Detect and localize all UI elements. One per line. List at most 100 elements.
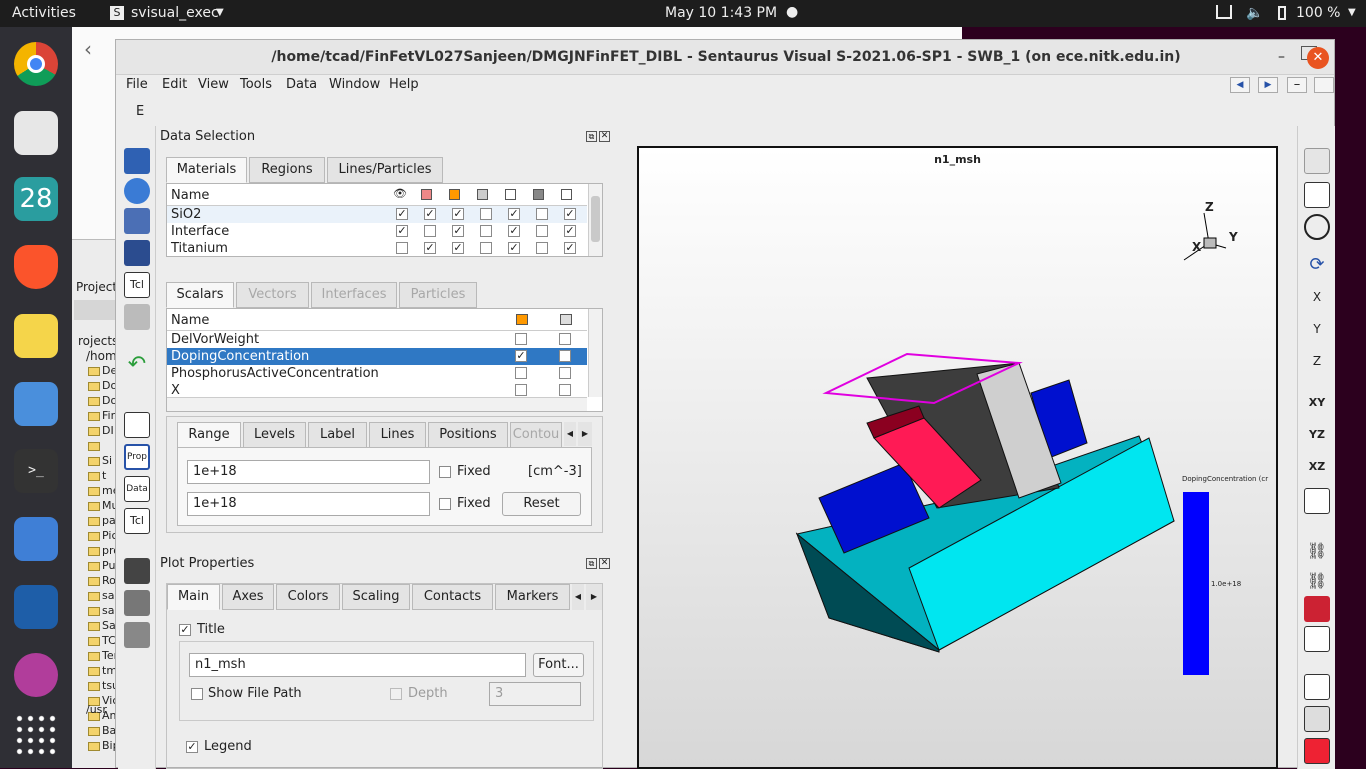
link-icon[interactable] [124, 208, 150, 234]
material-visibility-checkbox[interactable]: ✓ [452, 208, 464, 220]
menu-tools[interactable]: Tools [240, 77, 272, 92]
plot-area[interactable]: n1_msh Z Y X DopingConcentration (cr 1.0… [637, 146, 1278, 769]
material-visibility-checkbox[interactable]: ✓ [452, 225, 464, 237]
material-visibility-checkbox[interactable]: ✓ [452, 242, 464, 254]
chrome-icon[interactable] [14, 42, 58, 86]
menu-edit[interactable]: Edit [162, 77, 187, 92]
yz-plane-icon[interactable]: YZ [1304, 422, 1330, 448]
clock[interactable]: May 10 1:43 PM [665, 5, 777, 21]
prev-window-icon[interactable]: ◀ [1230, 77, 1250, 93]
tab-colors[interactable]: Colors [276, 584, 340, 610]
range-min-input[interactable]: 1e+18 [187, 492, 430, 516]
cut-plane-icon[interactable] [1304, 488, 1330, 514]
calendar-icon[interactable]: 28 [14, 177, 58, 221]
battery-icon[interactable] [1278, 6, 1286, 20]
material-visibility-checkbox[interactable] [536, 208, 548, 220]
material-row[interactable]: Titanium ✓ ✓ ✓ ✓ [167, 240, 587, 257]
back-icon[interactable]: ‹ [84, 37, 92, 61]
rotate-y-icon[interactable]: Y [1304, 316, 1330, 342]
tab-label[interactable]: Label [308, 422, 367, 448]
material-visibility-checkbox[interactable] [424, 225, 436, 237]
rotate-icon[interactable]: ⟳ [1304, 252, 1330, 278]
reset-button[interactable]: Reset [502, 492, 581, 516]
scalar-visibility-checkbox[interactable] [559, 384, 571, 396]
tab-markers[interactable]: Markers [495, 584, 570, 610]
sub-maximize-icon[interactable] [1314, 77, 1334, 93]
tab-scalars[interactable]: Scalars [166, 282, 234, 308]
panel-close-icon[interactable]: ✕ [599, 131, 610, 142]
camera-icon[interactable] [124, 240, 150, 266]
network-icon[interactable] [1216, 5, 1232, 19]
menu-view[interactable]: View [198, 77, 229, 92]
menu-file[interactable]: File [126, 77, 148, 92]
chevron-down-icon[interactable]: ▼ [216, 7, 224, 18]
tab-contours[interactable]: Contou [510, 422, 562, 448]
probe-icon[interactable] [1304, 596, 1330, 622]
tab-scroll-right-icon[interactable]: ▶ [578, 422, 592, 446]
notes-icon[interactable] [14, 382, 58, 426]
print-icon[interactable] [124, 304, 150, 330]
tcl-console-icon[interactable]: Tcl [124, 508, 150, 534]
next-window-icon[interactable]: ▶ [1258, 77, 1278, 93]
reload-icon[interactable] [124, 178, 150, 204]
scalars-vscrollbar[interactable] [588, 309, 602, 397]
tab-regions[interactable]: Regions [249, 157, 325, 183]
movie-export-icon[interactable] [124, 622, 150, 648]
movie-record-icon[interactable] [124, 558, 150, 584]
activities-button[interactable]: Activities [12, 5, 76, 21]
material-visibility-checkbox[interactable]: ✓ [424, 208, 436, 220]
legend-checkbox[interactable]: ✓ [186, 741, 198, 753]
scalar-visibility-checkbox[interactable] [559, 350, 571, 362]
material-visibility-checkbox[interactable]: ✓ [508, 225, 520, 237]
scalar-visibility-checkbox[interactable] [515, 367, 527, 379]
tcl-script-icon[interactable]: Tcl [124, 272, 150, 298]
tab-vectors[interactable]: Vectors [236, 282, 309, 308]
ruler-icon[interactable] [1304, 626, 1330, 652]
plot-panel-close-icon[interactable]: ✕ [599, 558, 610, 569]
brave-icon[interactable] [14, 245, 58, 289]
material-visibility-checkbox[interactable] [480, 242, 492, 254]
close-icon[interactable]: ✕ [1307, 47, 1329, 69]
export-icon[interactable] [1304, 706, 1330, 732]
tasks-icon[interactable] [14, 517, 58, 561]
tab-lines-particles[interactable]: Lines/Particles [327, 157, 443, 183]
xy-plane-icon[interactable]: XY [1304, 390, 1330, 416]
material-visibility-checkbox[interactable]: ✓ [564, 208, 576, 220]
apps-grid-icon[interactable] [14, 713, 58, 757]
text-editor-icon[interactable] [14, 314, 58, 358]
material-visibility-checkbox[interactable]: ✓ [508, 242, 520, 254]
tree-usr[interactable]: /usr [86, 703, 107, 716]
tab-main[interactable]: Main [167, 584, 220, 610]
material-visibility-checkbox[interactable]: ✓ [396, 208, 408, 220]
project-menu[interactable]: Project [76, 280, 117, 294]
snapshot-icon[interactable] [1304, 674, 1330, 700]
material-visibility-checkbox[interactable]: ✓ [564, 225, 576, 237]
material-visibility-checkbox[interactable] [536, 225, 548, 237]
material-visibility-checkbox[interactable]: ✓ [424, 242, 436, 254]
files-icon[interactable] [14, 111, 58, 155]
range-max-fixed-checkbox[interactable] [439, 466, 451, 478]
data-panel-icon[interactable]: Data [124, 476, 150, 502]
material-visibility-checkbox[interactable] [480, 225, 492, 237]
plot-tab-scroll-left-icon[interactable]: ◀ [572, 584, 584, 610]
tab-particles[interactable]: Particles [399, 282, 477, 308]
prop-panel-icon[interactable]: Prop [124, 444, 150, 470]
material-row[interactable]: SiO2 ✓ ✓ ✓ ✓ ✓ [167, 206, 587, 223]
material-visibility-checkbox[interactable] [396, 242, 408, 254]
system-menu-icon[interactable]: ▼ [1348, 7, 1356, 18]
material-visibility-checkbox[interactable] [480, 208, 492, 220]
tab-scaling[interactable]: Scaling [342, 584, 410, 610]
scalar-row[interactable]: PhosphorusActiveConcentration [167, 365, 587, 382]
material-visibility-checkbox[interactable]: ✓ [564, 242, 576, 254]
console-icon[interactable] [124, 412, 150, 438]
volume-icon[interactable]: 🔈 [1246, 5, 1263, 21]
undo-icon[interactable]: ↶ [124, 352, 150, 378]
scalar-visibility-checkbox[interactable] [559, 367, 571, 379]
depth-spinbox[interactable]: 3 [489, 682, 581, 706]
media-icon[interactable] [14, 653, 58, 697]
undock-icon[interactable]: ⧉ [586, 131, 597, 142]
range-min-fixed-checkbox[interactable] [439, 498, 451, 510]
plot-undock-icon[interactable]: ⧉ [586, 558, 597, 569]
delete-plot-icon[interactable] [1304, 738, 1330, 764]
plot-title-input[interactable]: n1_msh [189, 653, 526, 677]
